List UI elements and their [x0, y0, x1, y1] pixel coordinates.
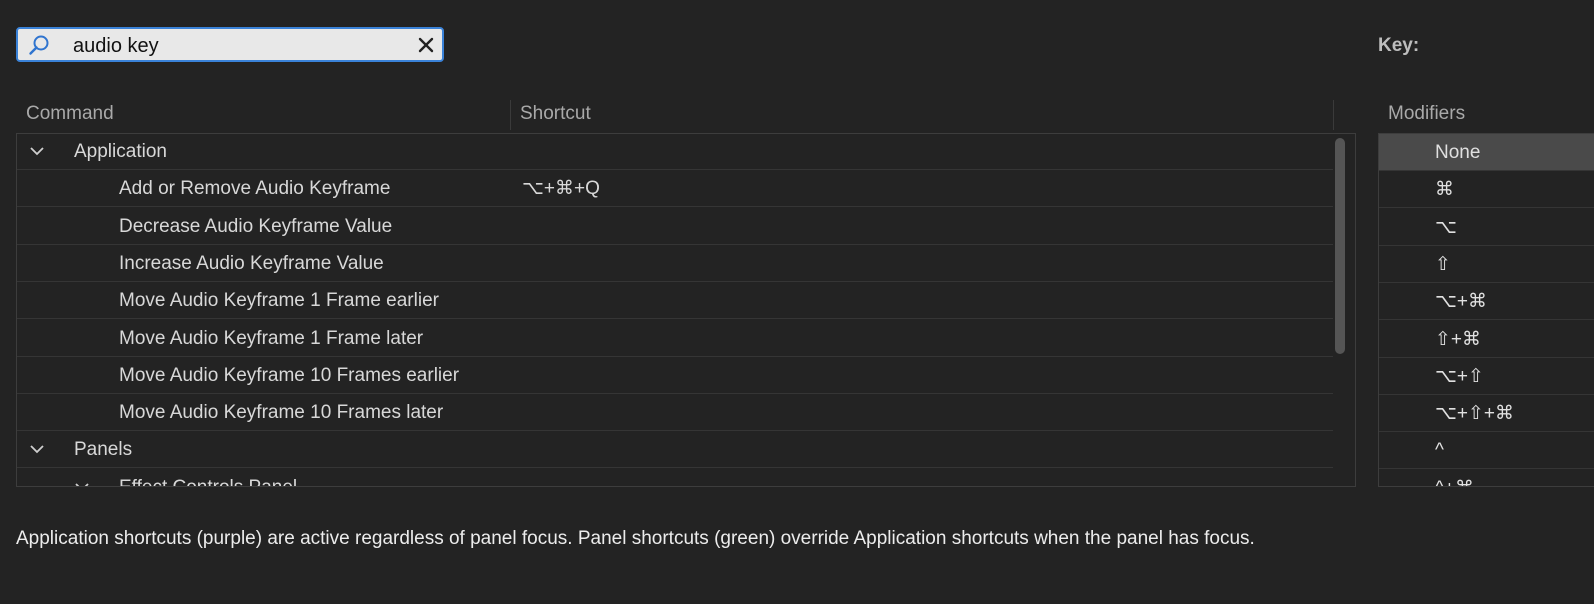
group-row[interactable]: Application: [17, 134, 1333, 170]
modifier-list: None ⌘ ⌥ ⇧ ⌥+⌘ ⇧+⌘ ⌥+⇧ ⌥+⇧+⌘ ^ ^+⌘: [1378, 133, 1594, 487]
column-header-shortcut[interactable]: Shortcut: [520, 103, 591, 125]
modifier-label: ⌥+⌘: [1435, 291, 1487, 313]
command-label: Increase Audio Keyframe Value: [119, 252, 384, 274]
search-field[interactable]: audio key: [16, 27, 444, 62]
command-label: Move Audio Keyframe 10 Frames earlier: [119, 364, 460, 386]
search-icon: [29, 35, 49, 55]
column-divider[interactable]: [510, 100, 511, 130]
modifier-label: ⇧: [1435, 253, 1451, 275]
modifier-option[interactable]: ⇧+⌘: [1379, 321, 1594, 358]
modifier-option[interactable]: ⌥+⇧: [1379, 358, 1594, 395]
modifier-label: ⌥: [1435, 216, 1457, 238]
scrollbar-thumb[interactable]: [1335, 138, 1345, 354]
command-row[interactable]: Add or Remove Audio Keyframe ⌥+⌘+Q: [17, 171, 1333, 208]
chevron-down-icon[interactable]: [74, 481, 90, 487]
command-row[interactable]: Decrease Audio Keyframe Value: [17, 209, 1333, 245]
command-label: Effect Controls Panel: [119, 470, 297, 486]
chevron-down-icon[interactable]: [29, 443, 45, 455]
column-header-modifiers: Modifiers: [1388, 103, 1466, 124]
key-label: Key:: [1378, 35, 1420, 56]
search-input[interactable]: audio key: [73, 34, 159, 58]
column-divider[interactable]: [1333, 100, 1334, 130]
modifier-option[interactable]: ^+⌘: [1379, 470, 1594, 486]
command-label: Move Audio Keyframe 1 Frame earlier: [119, 290, 439, 312]
modifier-label: ^: [1435, 440, 1444, 462]
modifier-label: ^+⌘: [1435, 470, 1474, 486]
modifier-label: ⇧+⌘: [1435, 328, 1482, 350]
modifier-option[interactable]: ⌥+⌘: [1379, 283, 1594, 321]
modifier-option[interactable]: ⌥: [1379, 209, 1594, 246]
group-row[interactable]: Effect Controls Panel: [17, 470, 1333, 487]
command-row[interactable]: Move Audio Keyframe 1 Frame earlier: [17, 283, 1333, 320]
modifier-label: ⌥+⇧: [1435, 365, 1484, 387]
modifier-option[interactable]: ⌥+⇧+⌘: [1379, 395, 1594, 433]
modifier-option[interactable]: ^: [1379, 432, 1594, 470]
modifier-option[interactable]: ⌘: [1379, 171, 1594, 209]
footer-note: Application shortcuts (purple) are activ…: [16, 528, 1255, 549]
command-label: Move Audio Keyframe 10 Frames later: [119, 402, 444, 424]
command-row[interactable]: Move Audio Keyframe 1 Frame later: [17, 321, 1333, 357]
command-label: Decrease Audio Keyframe Value: [119, 215, 393, 237]
group-row[interactable]: Panels: [17, 432, 1333, 469]
clear-icon[interactable]: [416, 35, 436, 55]
command-label: Panels: [74, 439, 133, 461]
modifier-label: ⌘: [1435, 179, 1454, 201]
command-label: Application: [74, 141, 167, 162]
shortcut-value[interactable]: ⌥+⌘+Q: [522, 171, 600, 207]
command-label: Add or Remove Audio Keyframe: [119, 178, 391, 200]
modifier-label: None: [1435, 142, 1481, 163]
command-row[interactable]: Move Audio Keyframe 10 Frames earlier: [17, 358, 1333, 394]
chevron-down-icon[interactable]: [29, 145, 45, 157]
command-table: Effect Controls Panel Panels Move Audio Ke…: [16, 133, 1356, 487]
modifier-option[interactable]: None: [1379, 134, 1594, 171]
modifier-option[interactable]: ⇧: [1379, 246, 1594, 283]
command-label: Move Audio Keyframe 1 Frame later: [119, 327, 424, 349]
command-row[interactable]: Move Audio Keyframe 10 Frames later: [17, 395, 1333, 432]
column-header-command[interactable]: Command: [26, 103, 114, 125]
modifier-label: ⌥+⇧+⌘: [1435, 403, 1515, 425]
command-row[interactable]: Increase Audio Keyframe Value: [17, 246, 1333, 282]
